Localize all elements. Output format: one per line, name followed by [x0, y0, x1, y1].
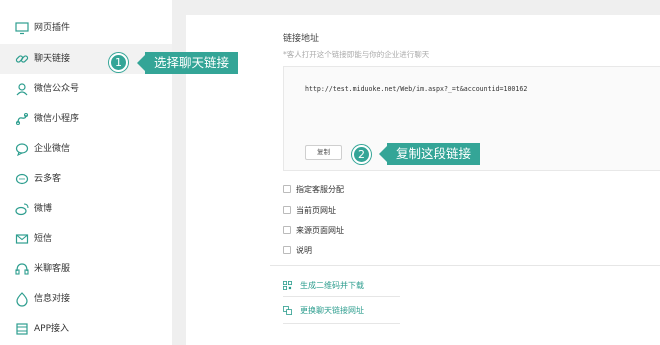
divider: [283, 296, 400, 297]
option-label: 当前页网址: [296, 205, 336, 215]
step-badge-1: 1: [109, 53, 128, 72]
copy-button[interactable]: 复制: [305, 145, 342, 160]
checkbox[interactable]: [283, 206, 291, 214]
main-panel: [186, 15, 660, 345]
option-description[interactable]: 说明: [283, 243, 312, 257]
sidebar-item-label: 短信: [34, 234, 53, 244]
option-label: 指定客服分配: [296, 184, 344, 194]
divider: [283, 323, 400, 324]
qrcode-icon: [283, 280, 292, 290]
sidebar-item-yunduoke[interactable]: 云多客: [0, 164, 172, 194]
option-label: 说明: [296, 245, 312, 255]
option-label: 来源页面网址: [296, 225, 344, 235]
wecom-icon: [15, 143, 29, 157]
integration-icon: [16, 292, 28, 307]
option-referrer-url[interactable]: 来源页面网址: [283, 223, 344, 237]
section-hint: *客人打开这个链接即能与你的企业进行聊天: [283, 50, 430, 59]
service-icon: [15, 263, 29, 275]
sidebar-item-wecom[interactable]: 企业微信: [0, 134, 172, 164]
wechat-official-icon: [16, 83, 28, 96]
checkbox[interactable]: [283, 226, 291, 234]
sidebar-item-label: 米聊客服: [34, 264, 71, 274]
sidebar-item-sms[interactable]: 短信: [0, 224, 172, 254]
action-label: 生成二维码并下载: [300, 280, 364, 290]
swap-link-icon: [283, 305, 292, 315]
link-icon: [15, 55, 29, 63]
monitor-icon: [15, 22, 29, 35]
sidebar-item-integration[interactable]: 信息对接: [0, 284, 172, 314]
sidebar-item-label: 微信小程序: [34, 114, 80, 124]
generate-qrcode-action[interactable]: 生成二维码并下载: [283, 278, 364, 292]
option-assign-agent[interactable]: 指定客服分配: [283, 182, 344, 196]
section-title: 链接地址: [283, 34, 320, 44]
action-label: 更换聊天链接网址: [300, 305, 364, 315]
sidebar-item-label: 网页插件: [34, 23, 71, 33]
sidebar-item-label: 信息对接: [34, 294, 71, 304]
step-badge-2: 2: [352, 145, 371, 164]
mini-program-icon: [15, 112, 29, 126]
sidebar-item-label: 云多客: [34, 174, 62, 184]
sidebar-item-label: 聊天链接: [34, 54, 71, 64]
sidebar-item-wechat-official[interactable]: 微信公众号: [0, 74, 172, 104]
change-link-url-action[interactable]: 更换聊天链接网址: [283, 303, 364, 317]
sidebar-item-label: 微博: [34, 204, 53, 214]
sidebar-item-mini-program[interactable]: 微信小程序: [0, 104, 172, 134]
checkbox[interactable]: [283, 246, 291, 254]
sidebar-item-label: 企业微信: [34, 144, 71, 154]
checkbox[interactable]: [283, 185, 291, 193]
sidebar-item-label: APP接入: [34, 324, 70, 334]
callout-copy-link: 复制这段链接: [378, 143, 481, 165]
callout-select-chat-link: 选择聊天链接: [136, 52, 239, 74]
sidebar-item-label: 微信公众号: [34, 84, 80, 94]
sidebar-item-weibo[interactable]: 微博: [0, 194, 172, 224]
sms-icon: [15, 234, 29, 244]
sidebar-item-miliao[interactable]: 米聊客服: [0, 254, 172, 284]
divider: [270, 265, 660, 266]
link-url-text[interactable]: http://test.miduoke.net/Web/im.aspx?_=t&…: [305, 85, 527, 93]
weibo-icon: [15, 203, 29, 216]
app-icon: [16, 323, 28, 335]
sidebar-item-app[interactable]: APP接入: [0, 314, 172, 344]
sidebar-item-web-plugin[interactable]: 网页插件: [0, 13, 172, 43]
chat-bubble-icon: [15, 173, 29, 185]
option-current-page-url[interactable]: 当前页网址: [283, 203, 336, 217]
